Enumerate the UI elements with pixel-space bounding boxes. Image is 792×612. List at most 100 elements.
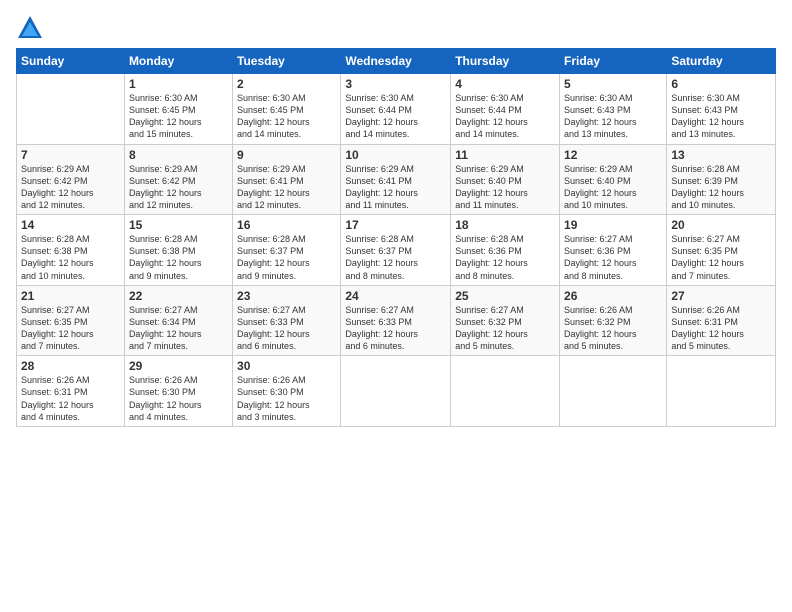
day-info: Sunrise: 6:26 AM Sunset: 6:31 PM Dayligh… <box>21 374 120 423</box>
day-info: Sunrise: 6:29 AM Sunset: 6:40 PM Dayligh… <box>564 163 662 212</box>
calendar-week-row: 21Sunrise: 6:27 AM Sunset: 6:35 PM Dayli… <box>17 285 776 356</box>
day-number: 17 <box>345 218 446 232</box>
calendar-week-row: 1Sunrise: 6:30 AM Sunset: 6:45 PM Daylig… <box>17 74 776 145</box>
day-info: Sunrise: 6:26 AM Sunset: 6:32 PM Dayligh… <box>564 304 662 353</box>
day-info: Sunrise: 6:30 AM Sunset: 6:45 PM Dayligh… <box>237 92 336 141</box>
calendar-cell: 13Sunrise: 6:28 AM Sunset: 6:39 PM Dayli… <box>667 144 776 215</box>
day-info: Sunrise: 6:30 AM Sunset: 6:43 PM Dayligh… <box>671 92 771 141</box>
day-header-thursday: Thursday <box>451 49 560 74</box>
calendar-cell: 14Sunrise: 6:28 AM Sunset: 6:38 PM Dayli… <box>17 215 125 286</box>
day-info: Sunrise: 6:26 AM Sunset: 6:31 PM Dayligh… <box>671 304 771 353</box>
calendar-cell: 2Sunrise: 6:30 AM Sunset: 6:45 PM Daylig… <box>233 74 341 145</box>
day-number: 10 <box>345 148 446 162</box>
calendar-cell: 8Sunrise: 6:29 AM Sunset: 6:42 PM Daylig… <box>124 144 232 215</box>
day-header-saturday: Saturday <box>667 49 776 74</box>
day-number: 12 <box>564 148 662 162</box>
day-header-monday: Monday <box>124 49 232 74</box>
day-header-tuesday: Tuesday <box>233 49 341 74</box>
day-info: Sunrise: 6:27 AM Sunset: 6:32 PM Dayligh… <box>455 304 555 353</box>
day-info: Sunrise: 6:29 AM Sunset: 6:42 PM Dayligh… <box>129 163 228 212</box>
calendar-cell: 7Sunrise: 6:29 AM Sunset: 6:42 PM Daylig… <box>17 144 125 215</box>
calendar-cell: 27Sunrise: 6:26 AM Sunset: 6:31 PM Dayli… <box>667 285 776 356</box>
page: SundayMondayTuesdayWednesdayThursdayFrid… <box>0 0 792 612</box>
day-number: 11 <box>455 148 555 162</box>
day-number: 28 <box>21 359 120 373</box>
day-header-sunday: Sunday <box>17 49 125 74</box>
calendar-cell: 29Sunrise: 6:26 AM Sunset: 6:30 PM Dayli… <box>124 356 232 427</box>
calendar-cell <box>667 356 776 427</box>
day-number: 2 <box>237 77 336 91</box>
calendar-cell: 1Sunrise: 6:30 AM Sunset: 6:45 PM Daylig… <box>124 74 232 145</box>
day-info: Sunrise: 6:29 AM Sunset: 6:40 PM Dayligh… <box>455 163 555 212</box>
calendar-cell: 28Sunrise: 6:26 AM Sunset: 6:31 PM Dayli… <box>17 356 125 427</box>
day-number: 18 <box>455 218 555 232</box>
day-number: 29 <box>129 359 228 373</box>
calendar-cell: 3Sunrise: 6:30 AM Sunset: 6:44 PM Daylig… <box>341 74 451 145</box>
day-number: 22 <box>129 289 228 303</box>
day-info: Sunrise: 6:27 AM Sunset: 6:35 PM Dayligh… <box>21 304 120 353</box>
day-number: 9 <box>237 148 336 162</box>
day-info: Sunrise: 6:26 AM Sunset: 6:30 PM Dayligh… <box>237 374 336 423</box>
calendar-cell: 18Sunrise: 6:28 AM Sunset: 6:36 PM Dayli… <box>451 215 560 286</box>
day-info: Sunrise: 6:30 AM Sunset: 6:43 PM Dayligh… <box>564 92 662 141</box>
calendar-cell: 22Sunrise: 6:27 AM Sunset: 6:34 PM Dayli… <box>124 285 232 356</box>
day-header-friday: Friday <box>560 49 667 74</box>
day-number: 15 <box>129 218 228 232</box>
calendar-table: SundayMondayTuesdayWednesdayThursdayFrid… <box>16 48 776 427</box>
calendar-cell: 9Sunrise: 6:29 AM Sunset: 6:41 PM Daylig… <box>233 144 341 215</box>
day-number: 7 <box>21 148 120 162</box>
day-info: Sunrise: 6:28 AM Sunset: 6:37 PM Dayligh… <box>237 233 336 282</box>
day-info: Sunrise: 6:30 AM Sunset: 6:44 PM Dayligh… <box>345 92 446 141</box>
calendar-cell: 6Sunrise: 6:30 AM Sunset: 6:43 PM Daylig… <box>667 74 776 145</box>
calendar-cell: 16Sunrise: 6:28 AM Sunset: 6:37 PM Dayli… <box>233 215 341 286</box>
day-info: Sunrise: 6:29 AM Sunset: 6:41 PM Dayligh… <box>237 163 336 212</box>
day-number: 14 <box>21 218 120 232</box>
logo <box>16 14 47 42</box>
day-info: Sunrise: 6:28 AM Sunset: 6:37 PM Dayligh… <box>345 233 446 282</box>
day-info: Sunrise: 6:29 AM Sunset: 6:41 PM Dayligh… <box>345 163 446 212</box>
day-number: 8 <box>129 148 228 162</box>
calendar-cell: 12Sunrise: 6:29 AM Sunset: 6:40 PM Dayli… <box>560 144 667 215</box>
day-info: Sunrise: 6:27 AM Sunset: 6:33 PM Dayligh… <box>237 304 336 353</box>
calendar-cell: 20Sunrise: 6:27 AM Sunset: 6:35 PM Dayli… <box>667 215 776 286</box>
calendar-cell <box>451 356 560 427</box>
day-number: 5 <box>564 77 662 91</box>
day-number: 26 <box>564 289 662 303</box>
calendar-cell: 25Sunrise: 6:27 AM Sunset: 6:32 PM Dayli… <box>451 285 560 356</box>
calendar-cell <box>560 356 667 427</box>
day-info: Sunrise: 6:30 AM Sunset: 6:45 PM Dayligh… <box>129 92 228 141</box>
day-number: 24 <box>345 289 446 303</box>
header <box>16 10 776 42</box>
day-number: 1 <box>129 77 228 91</box>
calendar-cell <box>17 74 125 145</box>
day-number: 13 <box>671 148 771 162</box>
day-number: 21 <box>21 289 120 303</box>
calendar-cell: 19Sunrise: 6:27 AM Sunset: 6:36 PM Dayli… <box>560 215 667 286</box>
calendar-cell: 4Sunrise: 6:30 AM Sunset: 6:44 PM Daylig… <box>451 74 560 145</box>
calendar-cell: 5Sunrise: 6:30 AM Sunset: 6:43 PM Daylig… <box>560 74 667 145</box>
logo-icon <box>16 14 44 42</box>
day-info: Sunrise: 6:27 AM Sunset: 6:35 PM Dayligh… <box>671 233 771 282</box>
day-number: 16 <box>237 218 336 232</box>
day-number: 20 <box>671 218 771 232</box>
calendar-header-row: SundayMondayTuesdayWednesdayThursdayFrid… <box>17 49 776 74</box>
calendar-week-row: 28Sunrise: 6:26 AM Sunset: 6:31 PM Dayli… <box>17 356 776 427</box>
day-info: Sunrise: 6:28 AM Sunset: 6:38 PM Dayligh… <box>21 233 120 282</box>
calendar-cell: 30Sunrise: 6:26 AM Sunset: 6:30 PM Dayli… <box>233 356 341 427</box>
calendar-cell: 24Sunrise: 6:27 AM Sunset: 6:33 PM Dayli… <box>341 285 451 356</box>
day-header-wednesday: Wednesday <box>341 49 451 74</box>
day-number: 30 <box>237 359 336 373</box>
calendar-week-row: 14Sunrise: 6:28 AM Sunset: 6:38 PM Dayli… <box>17 215 776 286</box>
calendar-cell: 17Sunrise: 6:28 AM Sunset: 6:37 PM Dayli… <box>341 215 451 286</box>
day-info: Sunrise: 6:28 AM Sunset: 6:36 PM Dayligh… <box>455 233 555 282</box>
day-info: Sunrise: 6:27 AM Sunset: 6:33 PM Dayligh… <box>345 304 446 353</box>
day-number: 4 <box>455 77 555 91</box>
calendar-cell: 23Sunrise: 6:27 AM Sunset: 6:33 PM Dayli… <box>233 285 341 356</box>
day-number: 3 <box>345 77 446 91</box>
day-info: Sunrise: 6:28 AM Sunset: 6:39 PM Dayligh… <box>671 163 771 212</box>
day-number: 27 <box>671 289 771 303</box>
day-number: 19 <box>564 218 662 232</box>
day-info: Sunrise: 6:27 AM Sunset: 6:34 PM Dayligh… <box>129 304 228 353</box>
calendar-cell: 26Sunrise: 6:26 AM Sunset: 6:32 PM Dayli… <box>560 285 667 356</box>
calendar-cell: 15Sunrise: 6:28 AM Sunset: 6:38 PM Dayli… <box>124 215 232 286</box>
